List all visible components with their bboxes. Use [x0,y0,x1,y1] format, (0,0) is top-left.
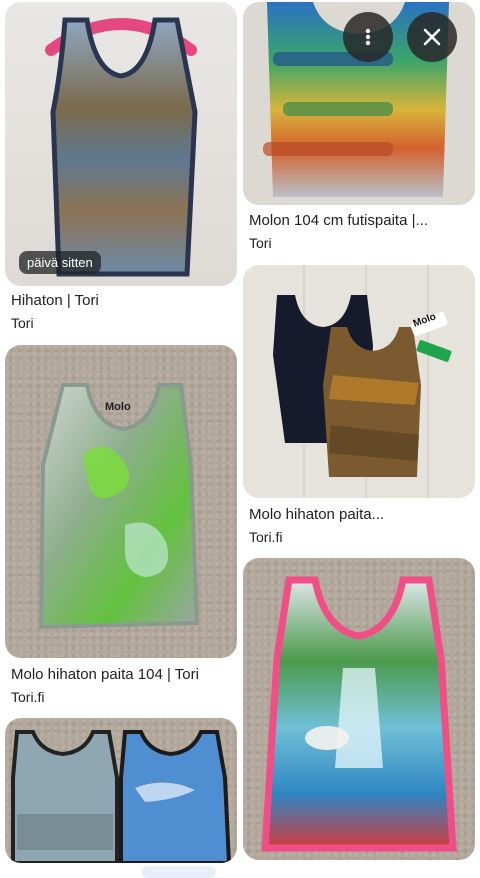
result-card-4[interactable]: Molo [5,345,237,658]
result-title-4[interactable]: Molo hihaton paita 104 | Tori [11,666,237,684]
bottom-sheet-handle[interactable] [142,866,216,878]
more-vert-icon [365,28,371,46]
result-title-1[interactable]: Hihaton | Tori [11,292,237,310]
hanger-tank-image [45,17,198,277]
result-source-1[interactable]: Tori [11,314,34,332]
more-options-button[interactable] [343,12,393,62]
age-badge: päivä sitten [19,251,101,274]
two-print-tanks-image [11,730,232,863]
result-source-2[interactable]: Tori [249,234,272,252]
result-card-2[interactable] [243,2,475,205]
ghost-print-tank-image [38,383,200,630]
result-card-1[interactable]: päivä sitten [5,2,237,286]
result-source-4[interactable]: Tori.fi [11,688,44,706]
two-tanks-image [273,295,452,477]
result-source-3[interactable]: Tori.fi [249,528,282,546]
close-icon [423,28,441,46]
result-title-2[interactable]: Molon 104 cm futispaita |... [249,212,475,230]
result-title-3[interactable]: Molo hihaton paita... [249,506,475,524]
result-card-3[interactable]: Molo [243,265,475,498]
brand-label: Molo [105,401,131,413]
close-button[interactable] [407,12,457,62]
result-card-6[interactable] [5,718,237,863]
waterfall-tank-image [261,576,457,852]
result-card-5[interactable] [243,558,475,860]
